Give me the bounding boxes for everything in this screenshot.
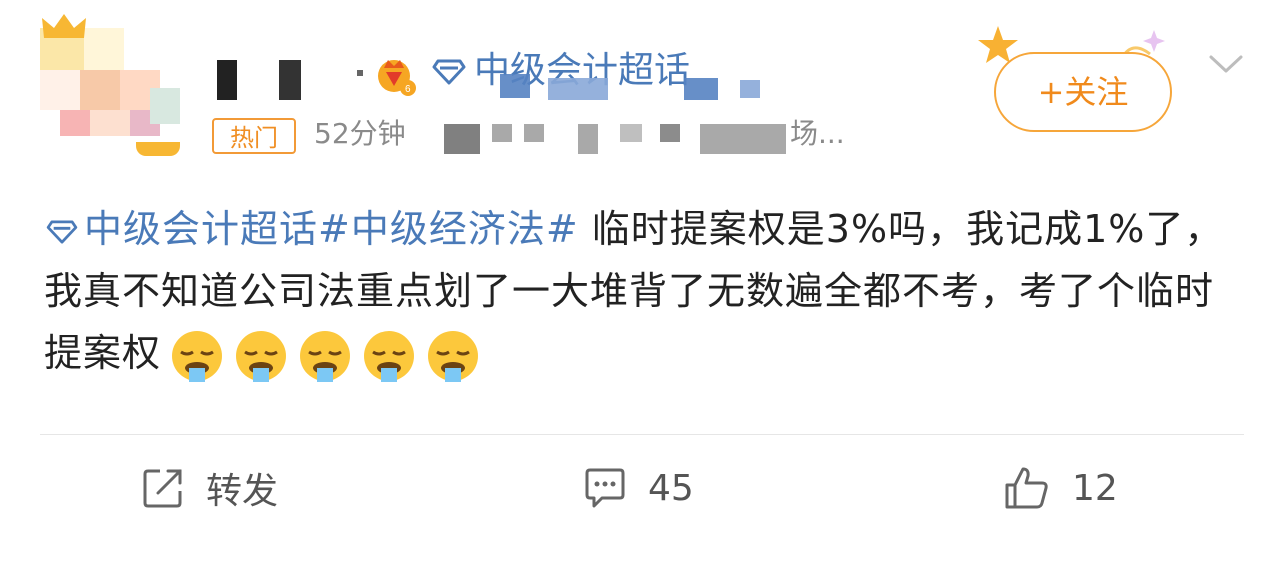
- repost-icon: [143, 469, 182, 508]
- repost-label: 转发: [206, 471, 279, 512]
- hashtag-link[interactable]: #中级经济法#: [318, 207, 579, 251]
- drooling-emoji-icon: [172, 330, 223, 382]
- post-body: 中级会计超话#中级经济法# 临时提案权是3%吗，我记成1%了，我真不知道公司法重…: [44, 198, 1244, 384]
- comment-count: 45: [648, 467, 694, 509]
- like-button[interactable]: 12: [1004, 462, 1118, 514]
- emoji-row: [161, 330, 481, 382]
- divider: [40, 434, 1244, 435]
- repost-button[interactable]: 转发: [142, 462, 278, 514]
- redaction-block: [548, 78, 608, 100]
- redaction-block: [684, 78, 718, 100]
- comment-button[interactable]: 45: [584, 462, 694, 514]
- chevron-down-icon[interactable]: [1208, 52, 1244, 76]
- diamond-icon: [46, 219, 78, 244]
- drooling-emoji-icon: [364, 330, 415, 382]
- thumbs-up-icon: [1005, 467, 1048, 509]
- like-count: 12: [1072, 467, 1118, 509]
- drooling-emoji-icon: [236, 330, 287, 382]
- drooling-emoji-icon: [300, 330, 351, 382]
- hot-tag: 热门: [212, 118, 296, 154]
- svg-text:6: 6: [405, 84, 411, 95]
- crown-icon: [42, 14, 86, 38]
- redaction-block: [500, 74, 530, 98]
- post-time: 52分钟: [314, 117, 406, 150]
- super-topic-tag[interactable]: 中级会计超话: [44, 207, 318, 251]
- diamond-icon: [432, 59, 466, 85]
- vip-badge-icon: 6: [378, 60, 416, 96]
- drooling-emoji-icon: [428, 330, 479, 382]
- super-topic-tag-label: 中级会计超话: [84, 207, 319, 251]
- follow-button[interactable]: +关注: [994, 52, 1172, 132]
- comment-icon: [585, 468, 625, 508]
- post-source: 场...: [790, 117, 845, 150]
- redaction-block: [740, 80, 760, 98]
